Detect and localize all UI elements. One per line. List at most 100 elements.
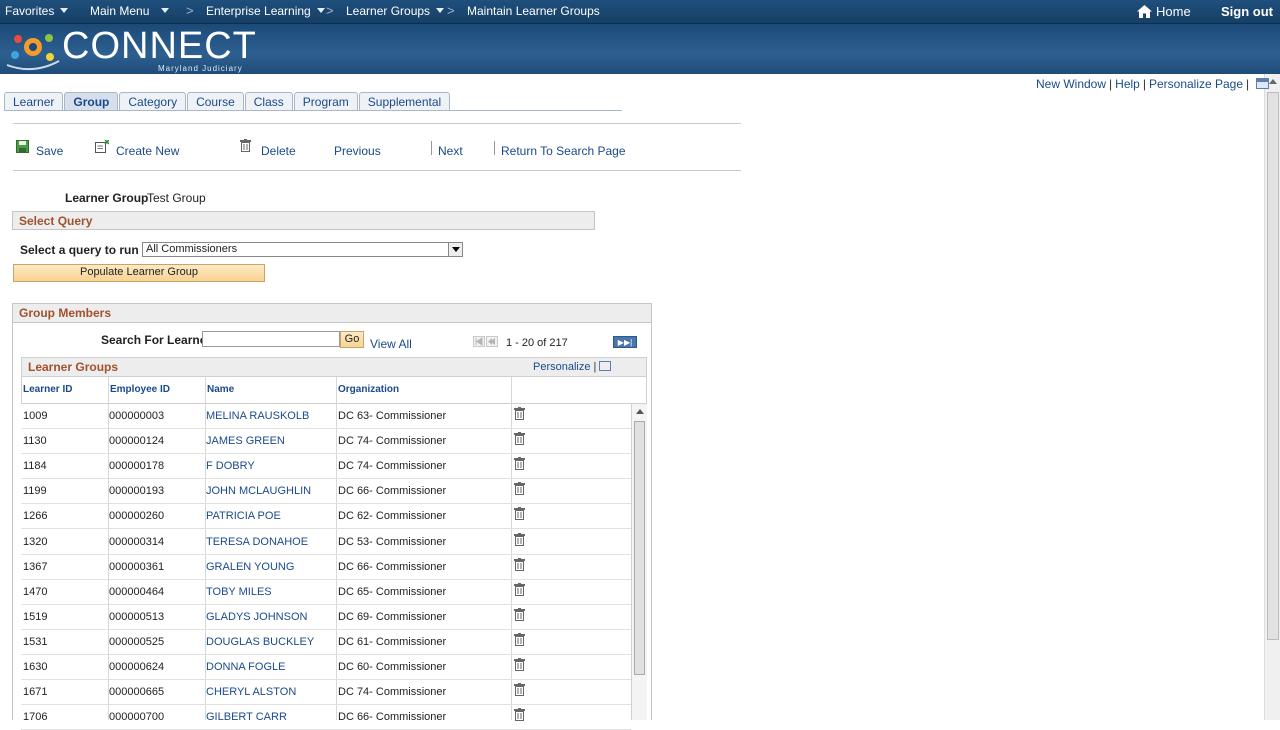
home-link[interactable]: Home xyxy=(1137,4,1191,19)
tab-supplemental[interactable]: Supplemental xyxy=(358,92,451,110)
delete-row-icon[interactable] xyxy=(514,432,525,448)
create-new-button[interactable]: Create New xyxy=(116,144,179,158)
learner-name-link[interactable]: TERESA DONAHOE xyxy=(206,536,308,548)
learner-name-link[interactable]: GRALEN YOUNG xyxy=(206,561,294,573)
employee-id-cell: 000000178 xyxy=(109,460,165,473)
save-icon[interactable] xyxy=(16,140,29,156)
employee-id-cell: 000000314 xyxy=(109,535,165,548)
learner-name-link[interactable]: JOHN MCLAUGHLIN xyxy=(206,485,311,497)
tab-class[interactable]: Class xyxy=(244,92,293,110)
tab-group[interactable]: Group xyxy=(64,92,119,110)
delete-row-icon[interactable] xyxy=(514,708,525,724)
new-window-link[interactable]: New Window xyxy=(1036,77,1106,91)
create-new-icon[interactable] xyxy=(95,139,110,156)
delete-row-icon[interactable] xyxy=(514,632,525,649)
last-page-icon[interactable]: ▶▶| xyxy=(613,336,637,348)
employee-id-cell: 000000003 xyxy=(109,410,165,422)
delete-row-icon[interactable] xyxy=(514,658,525,674)
learner-name-link[interactable]: DOUGLAS BUCKLEY xyxy=(206,636,314,648)
scrollbar-thumb[interactable] xyxy=(634,421,645,675)
return-to-search-button[interactable]: Return To Search Page xyxy=(501,144,626,158)
col-header-organization[interactable]: Organization xyxy=(338,384,399,395)
query-select[interactable]: All Commissioners xyxy=(142,242,463,257)
go-button[interactable]: Go xyxy=(340,331,364,348)
previous-button[interactable]: Previous xyxy=(334,144,381,158)
trash-icon[interactable] xyxy=(240,139,251,155)
col-header-learner-id[interactable]: Learner ID xyxy=(23,384,72,395)
query-select-label: Select a query to run xyxy=(20,243,139,257)
learner-name-link[interactable]: PATRICIA POE xyxy=(206,510,281,522)
learner-name-link[interactable]: GILBERT CARR xyxy=(206,711,287,723)
main-menu[interactable]: Main Menu xyxy=(90,4,170,18)
breadcrumb-maintain-learner-groups[interactable]: Maintain Learner Groups xyxy=(467,4,600,18)
col-header-employee-id[interactable]: Employee ID xyxy=(110,384,170,395)
separator: | xyxy=(1109,77,1113,91)
home-label: Home xyxy=(1156,4,1191,19)
organization-cell: DC 60- Commissioner xyxy=(338,661,447,673)
delete-row-icon[interactable] xyxy=(514,507,525,523)
chevron-down-icon xyxy=(436,8,445,13)
delete-row-icon[interactable] xyxy=(514,457,525,473)
table-row: 1184 000000178 F DOBRY DC 74- Commissioner xyxy=(21,454,631,480)
delete-row-icon[interactable] xyxy=(514,407,525,423)
grid-personalize: Personalize | xyxy=(533,361,612,373)
breadcrumb-separator: > xyxy=(186,3,194,18)
save-button[interactable]: Save xyxy=(36,144,63,158)
zoom-grid-icon[interactable] xyxy=(599,361,612,371)
page-scrollbar[interactable] xyxy=(1264,74,1280,720)
personalize-page-link[interactable]: Personalize Page xyxy=(1149,77,1243,91)
delete-row-icon[interactable] xyxy=(514,482,525,498)
delete-row-icon[interactable] xyxy=(514,557,525,574)
organization-cell: DC 53- Commissioner xyxy=(338,535,447,548)
breadcrumb-learner-groups[interactable]: Learner Groups xyxy=(346,4,445,18)
learner-id-cell: 1266 xyxy=(23,510,48,523)
view-all-link[interactable]: View All xyxy=(370,337,412,351)
learner-name-link[interactable]: MELINA RAUSKOLB xyxy=(206,410,309,422)
tab-category[interactable]: Category xyxy=(119,92,187,110)
tab-program[interactable]: Program xyxy=(293,92,358,110)
divider xyxy=(13,170,741,171)
populate-learner-group-button[interactable]: Populate Learner Group xyxy=(13,264,265,282)
learner-id-cell: 1130 xyxy=(23,435,47,448)
scroll-up-icon[interactable] xyxy=(636,409,644,414)
sign-out-link[interactable]: Sign out xyxy=(1221,4,1273,19)
organization-cell: DC 62- Commissioner xyxy=(338,510,447,523)
tab-learner[interactable]: Learner xyxy=(4,92,64,110)
organization-cell: DC 74- Commissioner xyxy=(338,686,447,699)
delete-row-icon[interactable] xyxy=(514,582,525,599)
search-learner-input[interactable] xyxy=(202,331,340,347)
delete-row-icon[interactable] xyxy=(514,607,525,624)
learner-name-link[interactable]: JAMES GREEN xyxy=(206,435,285,447)
employee-id-cell: 000000665 xyxy=(109,686,165,699)
scrollbar-thumb[interactable] xyxy=(1267,92,1279,640)
select-query-header: Select Query xyxy=(12,211,595,230)
delete-row-icon[interactable] xyxy=(514,532,525,549)
next-button[interactable]: Next xyxy=(438,144,463,158)
learner-name-link[interactable]: GLADYS JOHNSON xyxy=(206,611,307,623)
help-link[interactable]: Help xyxy=(1115,77,1140,91)
component-tabs: Learner Group Category Course Class Program Su… xyxy=(4,92,451,110)
learner-group-value: Test Group xyxy=(147,191,206,205)
main-menu-label: Main Menu xyxy=(90,4,150,18)
tab-course[interactable]: Course xyxy=(187,92,244,110)
home-icon xyxy=(1137,5,1152,18)
learner-name-link[interactable]: DONNA FOGLE xyxy=(206,661,285,673)
delete-button[interactable]: Delete xyxy=(261,144,296,158)
learner-name-link[interactable]: CHERYL ALSTON xyxy=(206,686,296,698)
separator: | xyxy=(1142,77,1146,91)
learner-name-link[interactable]: F DOBRY xyxy=(206,460,255,472)
grid-personalize-link[interactable]: Personalize xyxy=(533,361,590,373)
chevron-down-icon[interactable] xyxy=(448,243,462,256)
table-row: 1519 000000513 GLADYS JOHNSON DC 69- Commis… xyxy=(21,605,631,630)
breadcrumb-enterprise-learning[interactable]: Enterprise Learning xyxy=(206,4,325,18)
learner-name-link[interactable]: TOBY MILES xyxy=(206,586,272,598)
employee-id-cell: 000000361 xyxy=(109,560,165,573)
favorites-menu[interactable]: Favorites xyxy=(5,4,69,18)
delete-row-icon[interactable] xyxy=(514,683,525,699)
col-header-name[interactable]: Name xyxy=(207,384,234,395)
scroll-up-icon[interactable] xyxy=(1269,79,1277,84)
table-row: 1199 000000193 JOHN MCLAUGHLIN DC 66- Commi… xyxy=(21,479,631,505)
grid-scrollbar[interactable] xyxy=(631,404,647,720)
page-layout-icon[interactable] xyxy=(1256,78,1270,89)
favorites-label: Favorites xyxy=(5,4,55,18)
